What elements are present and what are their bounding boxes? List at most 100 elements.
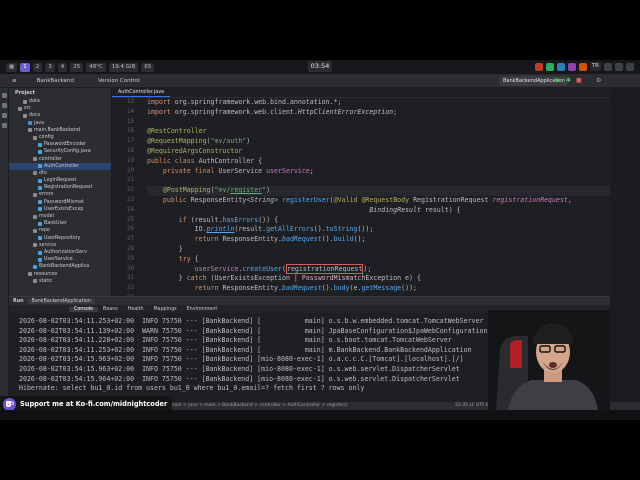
line-number: 14 (127, 108, 134, 115)
code-line: IO.println(result.getAllErrors().toStrin… (147, 225, 374, 234)
commit-icon[interactable] (2, 103, 7, 108)
file-icon (33, 214, 37, 219)
line-number: 24 (127, 206, 134, 213)
tree-item[interactable]: service (9, 242, 111, 249)
tree-item[interactable]: static (9, 278, 111, 285)
tree-item[interactable]: UserService (9, 256, 111, 263)
app-icon[interactable] (578, 62, 587, 71)
workspace-4[interactable]: 4 (57, 62, 68, 72)
tree-item-label: docs (29, 113, 41, 119)
right-tool-strip (610, 88, 640, 410)
tree-item[interactable]: dto (9, 170, 111, 177)
workspace-2[interactable]: 2 (32, 62, 43, 72)
tree-item-label: main.BankBackend (34, 127, 81, 133)
tree-item[interactable]: data (9, 98, 111, 105)
code-line-current: @PostMapping("⊕∨/register") (147, 186, 610, 196)
debug-icon[interactable]: ✱ (566, 77, 571, 84)
code-editor[interactable]: AuthController.java 13 14 15 16 17 18 19 20 21 22… (112, 88, 610, 296)
stop-icon[interactable]: ■ (576, 77, 582, 84)
hamburger-icon[interactable]: ≡ (12, 78, 17, 84)
code-line: } catch (UserExistsException | PasswordM… (147, 274, 421, 283)
tree-item-label: dto (39, 170, 47, 176)
tab-health[interactable]: Health (123, 307, 149, 312)
tree-item[interactable]: RegistrationRequest (9, 184, 111, 191)
tree-item-label: config (39, 134, 54, 140)
tree-item[interactable]: LoginRequest (9, 177, 111, 184)
settings-icon[interactable]: ⚙ (596, 77, 601, 84)
tree-item[interactable]: UserRepository (9, 235, 111, 242)
tree-item-label: data (29, 99, 40, 104)
file-icon (38, 149, 42, 154)
file-icon (33, 157, 37, 162)
code-area[interactable]: 13 14 15 16 17 18 19 20 21 22 23 24 25 26 27 28 29 30 31 32… (112, 98, 610, 296)
line-number: 27 (127, 236, 134, 243)
file-icon (38, 236, 42, 241)
tab-beans[interactable]: Beans (98, 307, 123, 312)
line-number: 16 (127, 128, 134, 135)
tree-item-label: resources (34, 271, 58, 277)
code-line: private final UserService userService; (162, 166, 314, 175)
code-line: public ResponseEntity<String> registerUs… (162, 196, 572, 204)
app-icon[interactable] (534, 62, 543, 71)
tree-item[interactable]: AuthorizationServ (9, 249, 111, 256)
menu-icon[interactable]: ▦ (6, 62, 18, 72)
tree-item[interactable]: SecurityConfig.java (9, 148, 111, 155)
project-selector[interactable]: BankBackend (37, 78, 74, 84)
structure-icon[interactable] (2, 113, 7, 118)
workspace-1[interactable]: 1 (20, 62, 30, 72)
file-icon (38, 221, 42, 226)
tab-mappings[interactable]: Mappings (149, 307, 182, 312)
tree-item[interactable]: repo (9, 227, 111, 234)
webcam-overlay (488, 310, 610, 410)
file-icon (28, 272, 32, 277)
tab-environment[interactable]: Environment (182, 307, 223, 312)
workspace-3[interactable]: 3 (45, 62, 55, 72)
tree-item-label: controller (39, 156, 62, 162)
code-line: @RequestMapping("⊕∨/auth") (147, 137, 251, 146)
line-number: 26 (127, 226, 134, 233)
network-icon[interactable] (604, 62, 612, 71)
tree-item[interactable]: PasswordMismat (9, 199, 111, 206)
app-icon[interactable] (545, 62, 554, 71)
desktop-strip (0, 410, 640, 420)
tree-item[interactable]: BankBackendApplica (9, 263, 111, 270)
more-icon[interactable] (2, 123, 7, 128)
tool-window-strip (0, 88, 9, 408)
tree-item[interactable]: docs (9, 112, 111, 119)
tree-item[interactable]: main.BankBackend (9, 127, 111, 134)
tree-item[interactable]: PasswordEncoder (9, 141, 111, 148)
tree-item[interactable]: model (9, 213, 111, 220)
tree-item-label: PasswordEncoder (44, 142, 87, 148)
line-number: 28 (127, 246, 134, 252)
tree-item[interactable]: config (9, 134, 111, 141)
tab-console[interactable]: Console (69, 306, 99, 312)
tree-item[interactable]: java (9, 120, 111, 127)
tree-item[interactable]: errors (9, 191, 111, 198)
tree-item[interactable]: resources (9, 271, 111, 278)
project-panel-title[interactable]: Project (9, 88, 111, 98)
tree-item-label: LoginRequest (44, 178, 77, 184)
file-icon (38, 200, 42, 205)
app-icon[interactable] (567, 62, 576, 71)
run-icon[interactable]: ▶ (556, 77, 561, 84)
code-line: @RestController (147, 127, 207, 136)
clock[interactable]: 03:54 (308, 61, 332, 72)
kofi-text: Support me at Ko-fi.com/midnightcoder (20, 400, 168, 408)
app-icon[interactable] (556, 62, 565, 71)
vcs-selector[interactable]: Version Control (98, 78, 140, 84)
tree-item[interactable]: AuthController (9, 162, 111, 170)
power-icon[interactable] (626, 62, 634, 71)
keyboard-layout[interactable]: TR (589, 62, 601, 71)
tab-bankbackendapplication[interactable]: BankBackendApplication (27, 298, 95, 304)
tree-item-label: BankBackendApplica (39, 264, 90, 270)
line-number: 13 (127, 99, 134, 105)
tree-item[interactable]: controller (9, 156, 111, 163)
tab-authcontroller[interactable]: AuthController.java (112, 88, 170, 97)
volume-icon[interactable] (615, 62, 623, 71)
tree-item[interactable]: src (9, 105, 111, 112)
tree-item[interactable]: BankUser (9, 220, 111, 227)
run-tab-label[interactable]: Run (9, 299, 28, 304)
file-icon (38, 142, 42, 147)
tree-item[interactable]: UserExistsExcep (9, 206, 111, 213)
folder-icon[interactable] (2, 93, 7, 98)
